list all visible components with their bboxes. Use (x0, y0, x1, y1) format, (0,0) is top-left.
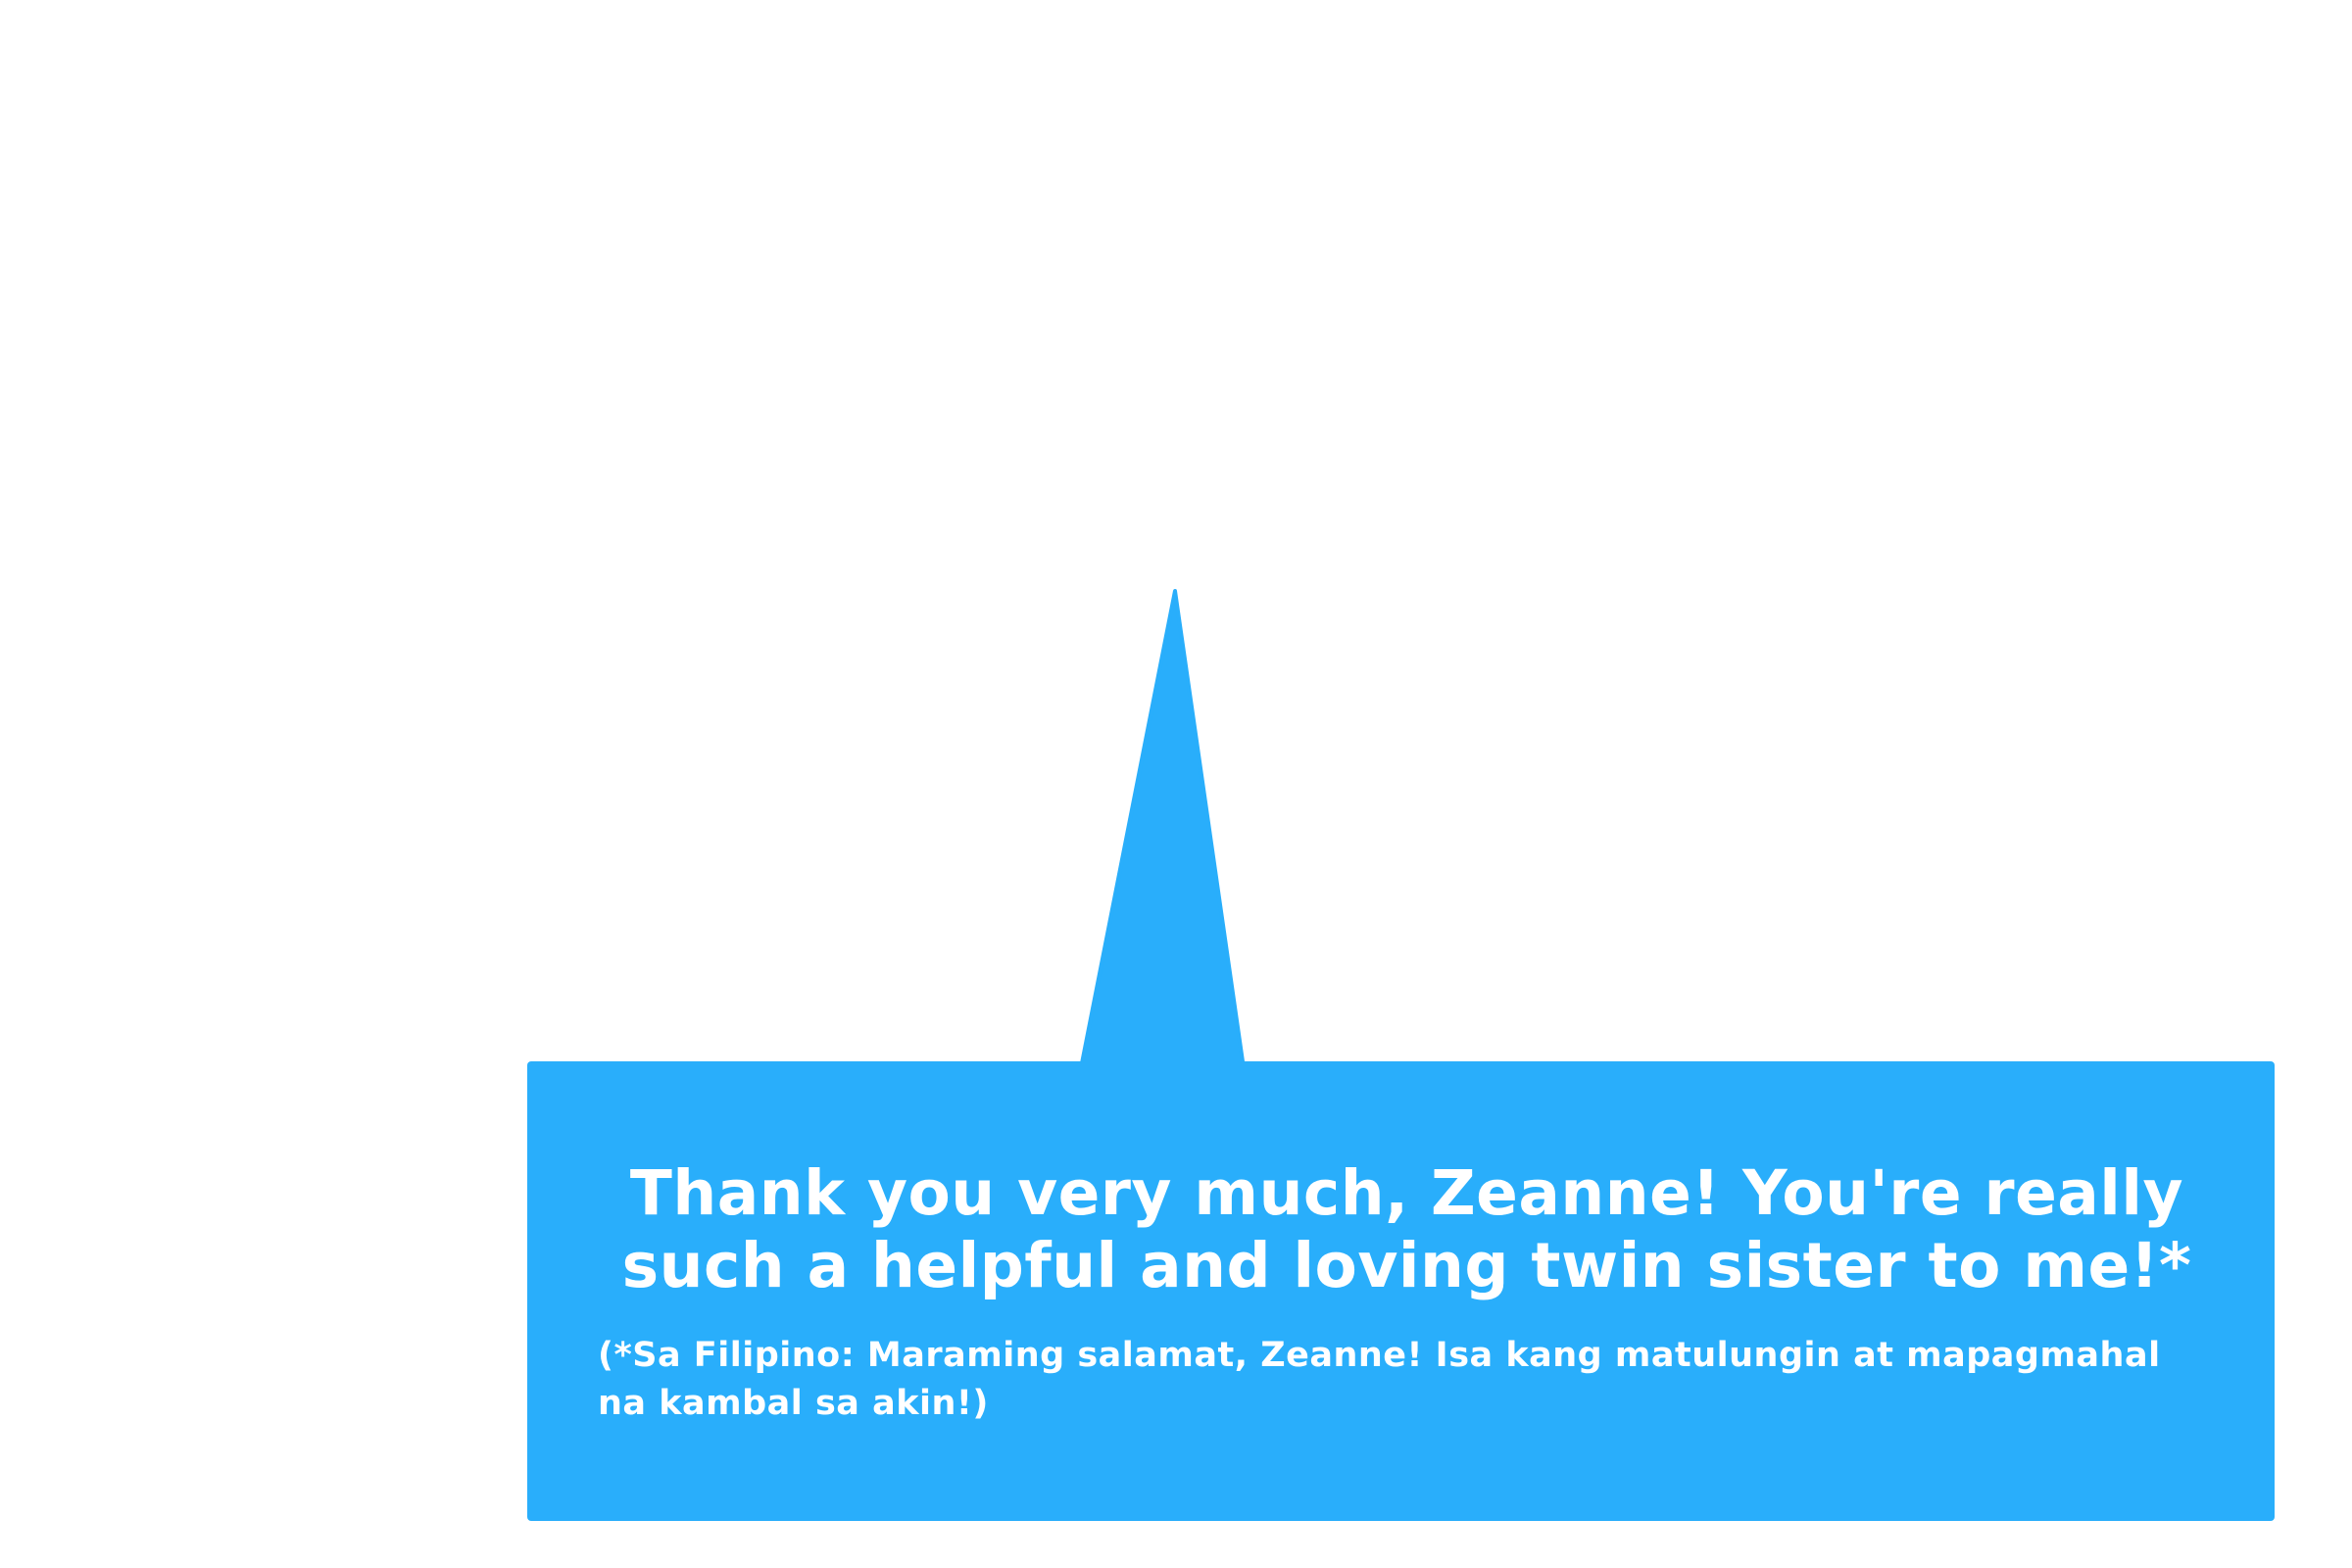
speech-bubble-translation-note: (*Sa Filipino: Maraming salamat, Zeanne!… (598, 1336, 2161, 1423)
speech-bubble: Thank you very much, Zeanne! You're real… (527, 1061, 2275, 1521)
speech-bubble-main-text: Thank you very much, Zeanne! You're real… (621, 1157, 2192, 1301)
